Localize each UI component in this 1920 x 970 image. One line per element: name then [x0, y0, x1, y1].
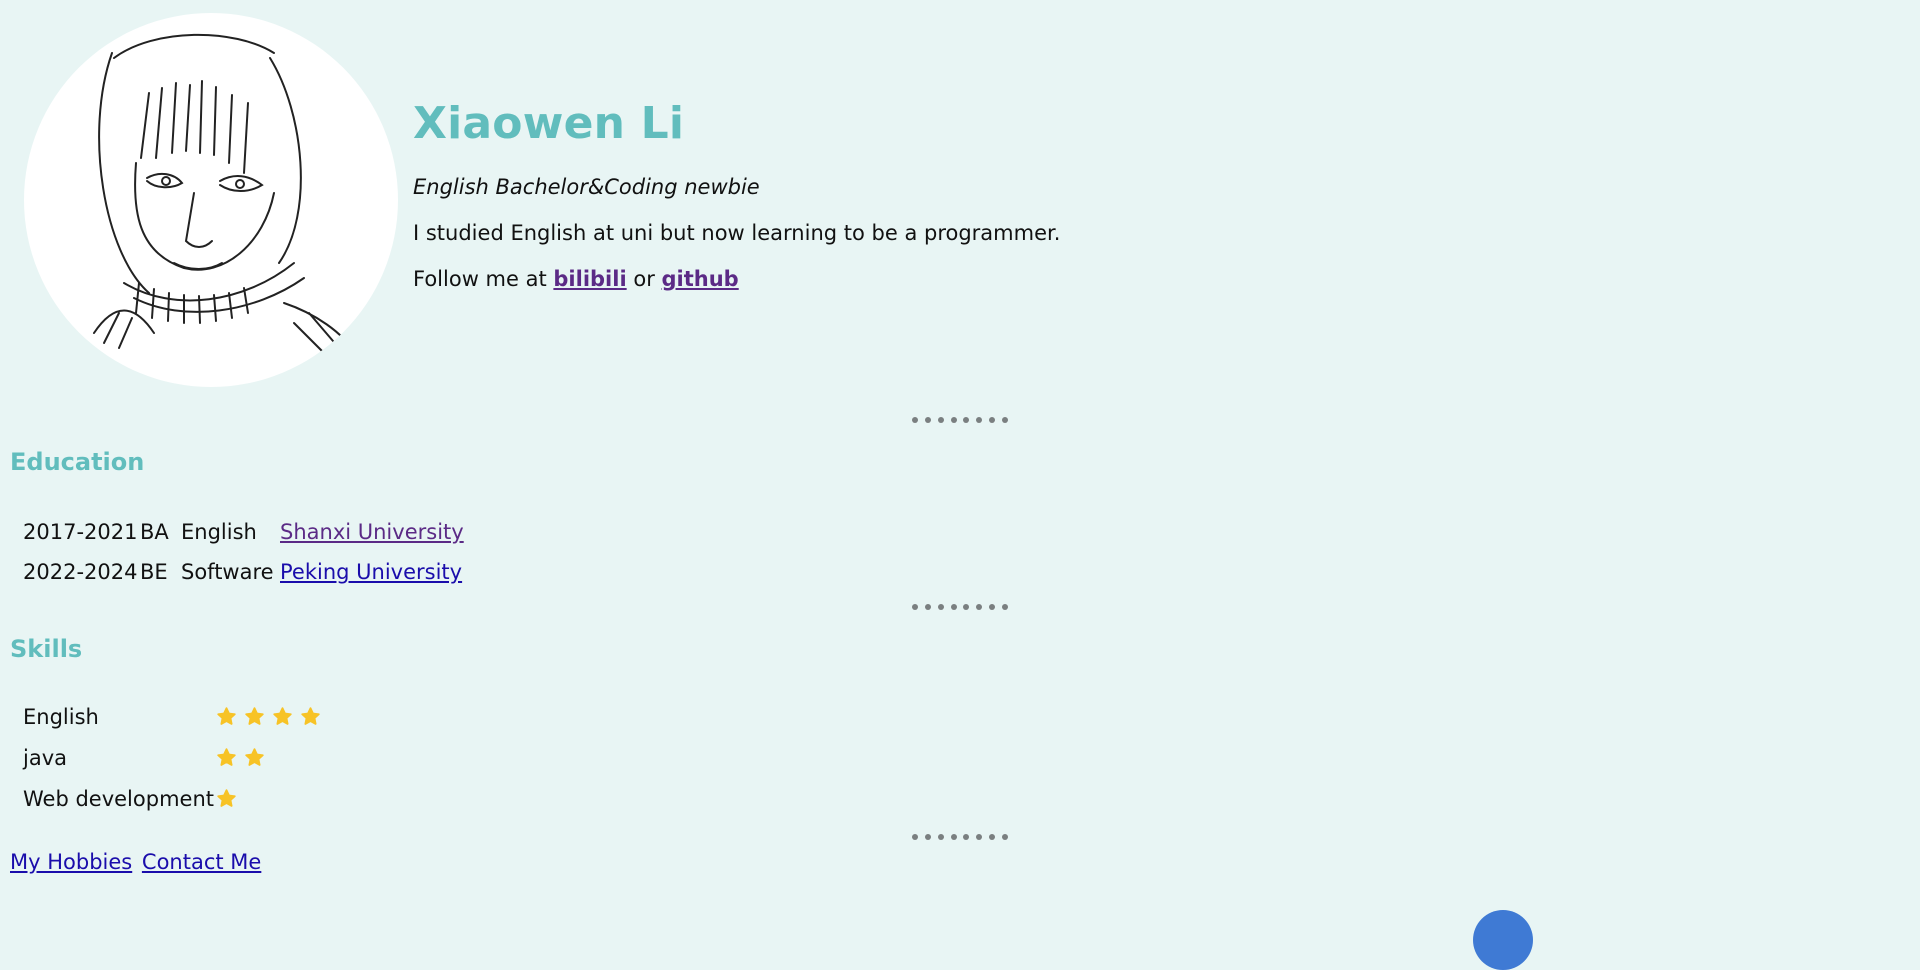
skill-rating: [216, 747, 265, 768]
contact-link[interactable]: Contact Me: [142, 850, 261, 874]
dotted-divider: [912, 834, 1008, 840]
dotted-divider: [912, 604, 1008, 610]
education-years: 2017-2021: [23, 520, 138, 544]
bilibili-link[interactable]: bilibili: [553, 267, 626, 291]
profile-tagline: English Bachelor&Coding newbie: [413, 175, 760, 200]
table-row: English: [23, 696, 321, 737]
school-link-shanxi[interactable]: Shanxi University: [280, 520, 464, 544]
skill-rating: [216, 788, 237, 809]
follow-join: or: [633, 267, 655, 292]
star-icon: [217, 789, 236, 807]
skill-name: java: [23, 745, 67, 770]
profile-bio: I studied English at uni but now learnin…: [413, 221, 1061, 246]
skill-rating: [216, 706, 321, 727]
table-row: Web development: [23, 778, 321, 819]
dotted-divider: [912, 417, 1008, 423]
table-row: 2022-2024 BE Software Peking University: [23, 552, 464, 592]
education-heading: Education: [10, 448, 145, 476]
intro-block: Xiaowen Li English Bachelor&Coding newbi…: [413, 98, 1113, 292]
follow-prefix: Follow me at: [413, 267, 547, 292]
table-row: java: [23, 737, 321, 778]
education-major: Software: [181, 560, 274, 584]
github-link[interactable]: github: [662, 267, 739, 291]
profile-photo: [24, 13, 398, 387]
sketch-portrait-image: [93, 33, 355, 354]
education-degree: BA: [140, 520, 169, 544]
floating-action-button[interactable]: [1473, 910, 1533, 970]
profile-name: Xiaowen Li: [413, 98, 685, 149]
profile-header: Xiaowen Li English Bachelor&Coding newbi…: [0, 0, 1100, 400]
bottom-nav: My Hobbies Contact Me: [10, 850, 264, 874]
star-icon: [245, 748, 264, 766]
star-icon: [245, 707, 264, 725]
table-row: 2017-2021 BA English Shanxi University: [23, 512, 464, 552]
follow-line: Follow me at bilibili or github: [413, 266, 1113, 292]
education-major: English: [181, 520, 257, 544]
skills-table: English java Web development: [23, 696, 321, 819]
school-link-peking[interactable]: Peking University: [280, 560, 462, 584]
skills-heading: Skills: [10, 635, 83, 663]
education-degree: BE: [140, 560, 168, 584]
education-years: 2022-2024: [23, 560, 138, 584]
star-icon: [217, 707, 236, 725]
star-icon: [273, 707, 292, 725]
skill-name: Web development: [23, 786, 214, 811]
star-icon: [217, 748, 236, 766]
star-icon: [301, 707, 320, 725]
hobbies-link[interactable]: My Hobbies: [10, 850, 132, 874]
skill-name: English: [23, 704, 99, 729]
education-table: 2017-2021 BA English Shanxi University 2…: [23, 512, 464, 592]
